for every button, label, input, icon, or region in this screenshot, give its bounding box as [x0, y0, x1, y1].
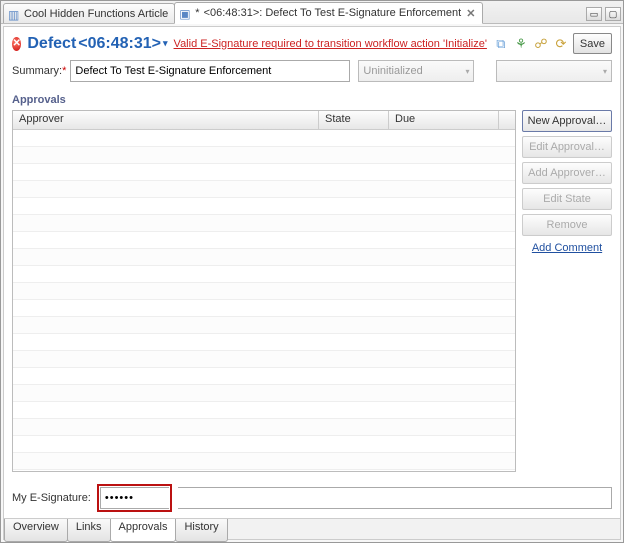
- table-row: [13, 402, 515, 419]
- table-row: [13, 470, 515, 471]
- tab-links[interactable]: Links: [67, 519, 111, 542]
- approvals-table: Approver State Due: [12, 110, 516, 472]
- table-row: [13, 147, 515, 164]
- summary-input[interactable]: [70, 60, 350, 82]
- table-row: [13, 249, 515, 266]
- approvals-actions: New Approval… Edit Approval… Add Approve…: [522, 110, 612, 472]
- editor-tab-label: Cool Hidden Functions Article: [24, 8, 168, 20]
- e-signature-input[interactable]: [100, 487, 169, 509]
- tab-approvals[interactable]: Approvals: [110, 519, 177, 542]
- col-state[interactable]: State: [319, 111, 389, 129]
- page-title[interactable]: Defect <06:48:31> ▾: [27, 35, 167, 53]
- table-row: [13, 198, 515, 215]
- table-row: [13, 385, 515, 402]
- bottom-tab-bar: Overview Links Approvals History: [4, 518, 620, 539]
- save-button[interactable]: Save: [573, 33, 612, 54]
- tab-history[interactable]: History: [175, 519, 227, 542]
- approvals-heading: Approvals: [12, 92, 612, 110]
- table-row: [13, 181, 515, 198]
- new-approval-button[interactable]: New Approval…: [522, 110, 612, 132]
- secondary-select[interactable]: ▾: [496, 60, 612, 82]
- copy-icon[interactable]: ⧉: [493, 36, 509, 52]
- close-icon[interactable]: ✕: [465, 7, 476, 20]
- chevron-down-icon[interactable]: ▾: [163, 38, 168, 49]
- approvals-table-body[interactable]: [13, 130, 515, 471]
- table-row: [13, 266, 515, 283]
- editor-tab-article[interactable]: Cool Hidden Functions Article: [3, 3, 175, 23]
- tab-overview[interactable]: Overview: [4, 519, 68, 542]
- e-signature-input-extent[interactable]: [178, 487, 612, 509]
- maximize-view-button[interactable]: ▢: [605, 7, 621, 21]
- col-scrollspacer: [499, 111, 515, 129]
- chevron-down-icon: ▾: [465, 67, 469, 76]
- view-buttons: ▭ ▢: [586, 7, 621, 23]
- editor-body: ✕ Defect <06:48:31> ▾ Valid E-Signature …: [3, 26, 621, 540]
- state-select-value: Uninitialized: [363, 65, 422, 77]
- state-select[interactable]: Uninitialized ▾: [358, 60, 474, 82]
- minimize-view-button[interactable]: ▭: [586, 7, 602, 21]
- title-id: <06:48:31>: [78, 35, 161, 53]
- title-prefix: Defect: [27, 35, 76, 53]
- save-button-label: Save: [580, 38, 605, 50]
- table-row: [13, 453, 515, 470]
- app-window: Cool Hidden Functions Article * <06:48:3…: [0, 0, 624, 543]
- edit-approval-button: Edit Approval…: [522, 136, 612, 158]
- chevron-down-icon: ▾: [603, 67, 607, 76]
- col-approver[interactable]: Approver: [13, 111, 319, 129]
- table-row: [13, 436, 515, 453]
- workflow-validation-message[interactable]: Valid E-Signature required to transition…: [174, 38, 487, 50]
- relationships-icon[interactable]: ☍: [533, 36, 549, 52]
- e-signature-label: My E-Signature:: [12, 492, 91, 504]
- defect-icon: [179, 7, 191, 19]
- table-row: [13, 300, 515, 317]
- col-due[interactable]: Due: [389, 111, 499, 129]
- e-signature-highlight: [97, 484, 172, 512]
- form-header: ✕ Defect <06:48:31> ▾ Valid E-Signature …: [4, 27, 620, 58]
- editor-tab-label: <06:48:31>: Defect To Test E-Signature E…: [204, 7, 462, 19]
- table-row: [13, 130, 515, 147]
- users-icon[interactable]: ⚘: [513, 36, 529, 52]
- header-toolbar: ⧉ ⚘ ☍ ⟳ Save: [493, 33, 612, 54]
- table-row: [13, 283, 515, 300]
- summary-row: Summary:* Uninitialized ▾ ▾: [4, 58, 620, 88]
- approvals-table-header: Approver State Due: [13, 111, 515, 130]
- approvals-section: Approvals Approver State Due New Approva…: [4, 88, 620, 478]
- add-approver-button: Add Approver…: [522, 162, 612, 184]
- table-row: [13, 368, 515, 385]
- table-row: [13, 317, 515, 334]
- error-icon: ✕: [12, 37, 21, 51]
- table-row: [13, 215, 515, 232]
- required-marker: *: [62, 65, 66, 77]
- table-row: [13, 334, 515, 351]
- refresh-icon[interactable]: ⟳: [553, 36, 569, 52]
- table-row: [13, 164, 515, 181]
- editor-tab-defect[interactable]: * <06:48:31>: Defect To Test E-Signature…: [174, 2, 483, 24]
- dirty-marker: *: [195, 7, 199, 19]
- approvals-body: Approver State Due New Approval… Edit Ap…: [12, 110, 612, 472]
- edit-state-button: Edit State: [522, 188, 612, 210]
- table-row: [13, 419, 515, 436]
- editor-tab-bar: Cool Hidden Functions Article * <06:48:3…: [1, 1, 623, 24]
- remove-button: Remove: [522, 214, 612, 236]
- add-comment-link[interactable]: Add Comment: [522, 240, 612, 256]
- summary-label: Summary:*: [12, 65, 66, 77]
- e-signature-row: My E-Signature:: [4, 478, 620, 518]
- article-icon: [8, 8, 20, 20]
- table-row: [13, 351, 515, 368]
- table-row: [13, 232, 515, 249]
